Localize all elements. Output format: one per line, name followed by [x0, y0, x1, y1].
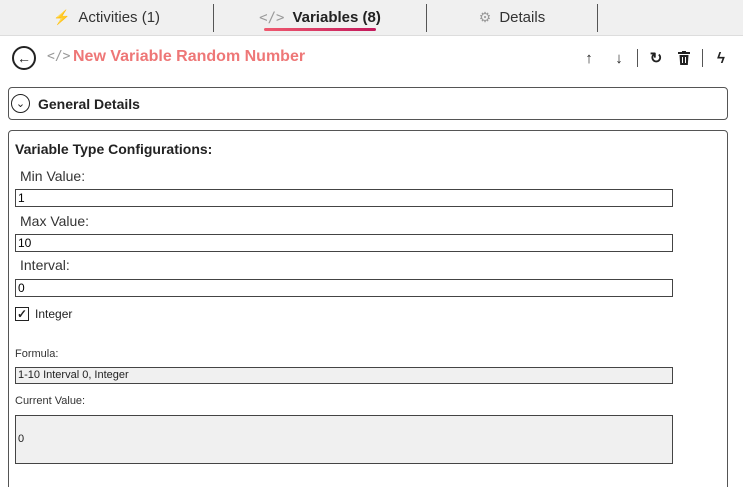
formula-field: 1-10 Interval 0, Integer [15, 367, 673, 384]
config-title: Variable Type Configurations: [15, 141, 213, 157]
integer-checkbox-row: ✓ Integer [15, 307, 72, 321]
run-button[interactable]: ϟ [709, 48, 733, 68]
variable-config-section: Variable Type Configurations: Min Value:… [8, 130, 728, 487]
section-title: General Details [38, 96, 140, 112]
delete-button[interactable] [672, 48, 696, 68]
formula-label: Formula: [15, 348, 59, 360]
toolbar-divider [702, 49, 703, 67]
interval-field[interactable] [15, 279, 673, 297]
general-details-section[interactable]: ⌄ General Details [8, 87, 728, 120]
toolbar: ↑ ↓ ↻ ϟ [577, 48, 733, 68]
tab-variables-label: Variables (8) [292, 9, 381, 26]
undo-icon: ↻ [649, 50, 663, 67]
bolt-icon: ⚡ [52, 9, 71, 25]
page-title: New Variable Random Number [73, 48, 306, 65]
trash-icon [678, 51, 690, 65]
tab-details-label: Details [499, 9, 546, 26]
chevron-down-icon[interactable]: ⌄ [11, 94, 30, 113]
integer-label: Integer [35, 307, 73, 321]
tab-activities[interactable]: ⚡ Activities (1) [0, 0, 213, 35]
variable-editor-panel: ← </> New Variable Random Number ↑ ↓ ↻ ϟ… [0, 35, 743, 487]
max-value-field[interactable] [15, 234, 673, 252]
tab-details[interactable]: ⚙ Details [427, 0, 597, 35]
arrow-down-icon: ↓ [615, 49, 623, 67]
reset-button[interactable]: ↻ [644, 48, 668, 68]
check-icon: ✓ [16, 307, 28, 321]
code-icon: </> [259, 9, 285, 26]
back-button[interactable]: ← [12, 46, 36, 70]
current-value-label: Current Value: [15, 395, 86, 407]
arrow-left-icon: ← [17, 50, 31, 66]
interval-label: Interval: [20, 257, 70, 273]
max-value-label: Max Value: [20, 213, 89, 229]
bolt-icon: ϟ [717, 49, 725, 67]
move-down-button[interactable]: ↓ [607, 48, 631, 68]
tab-divider [597, 4, 598, 32]
gear-icon: ⚙ [478, 9, 492, 25]
editor-header: ← </> New Variable Random Number ↑ ↓ ↻ ϟ [0, 36, 743, 80]
code-icon: </> [47, 49, 71, 64]
current-value-field: 0 [15, 415, 673, 464]
tab-activities-label: Activities (1) [78, 9, 161, 26]
active-tab-indicator [264, 28, 376, 31]
integer-checkbox[interactable]: ✓ [15, 307, 29, 321]
min-value-label: Min Value: [20, 168, 86, 184]
min-value-field[interactable] [15, 189, 673, 207]
tab-bar: ⚡ Activities (1) </> Variables (8) ⚙ Det… [0, 0, 743, 35]
toolbar-divider [637, 49, 638, 67]
move-up-button[interactable]: ↑ [577, 48, 601, 68]
arrow-up-icon: ↑ [585, 49, 593, 67]
